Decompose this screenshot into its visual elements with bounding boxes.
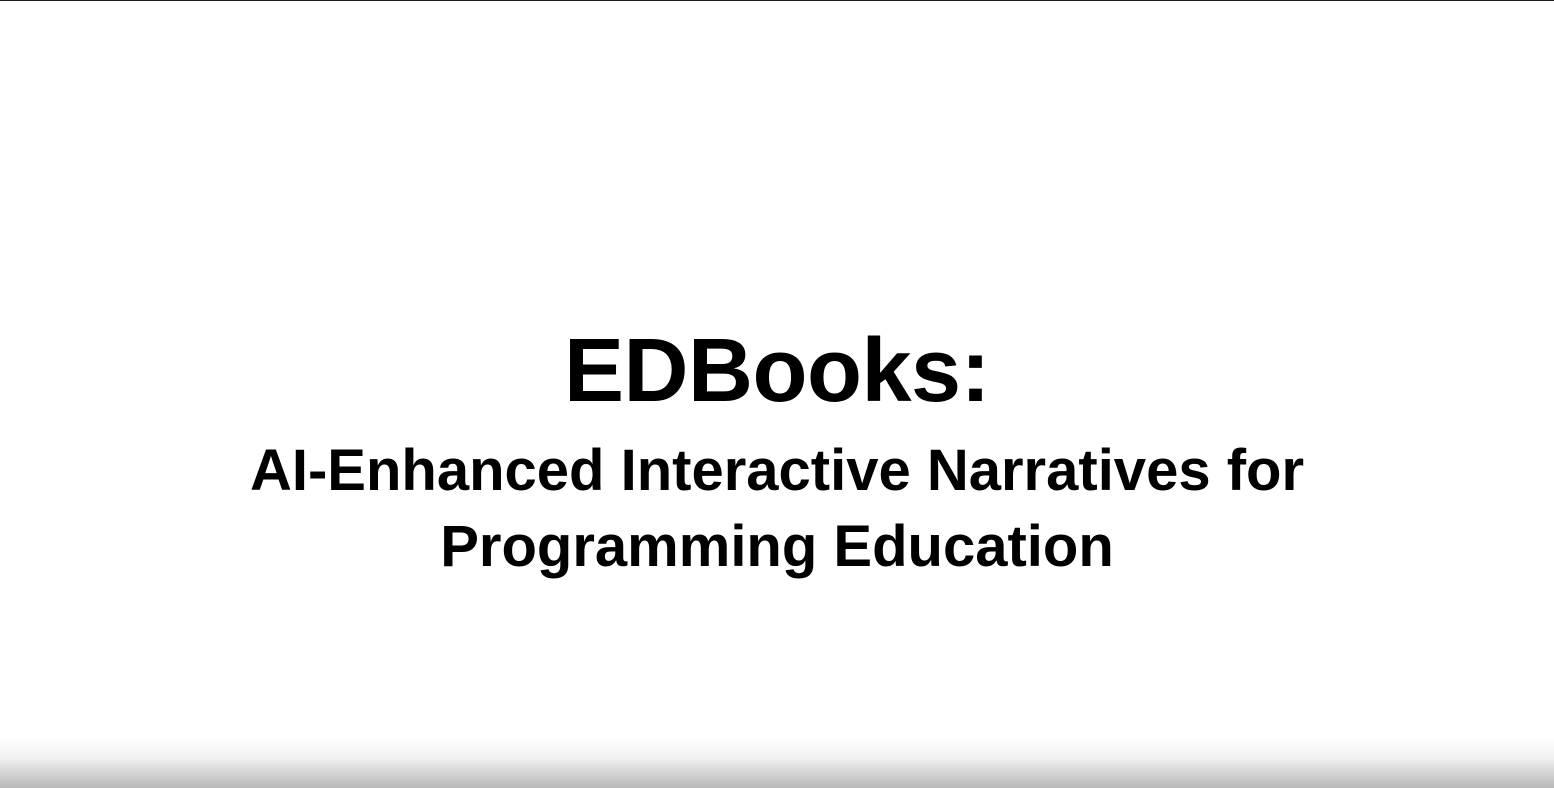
bottom-gradient-overlay (0, 738, 1554, 788)
subtitle-line-1: AI-Enhanced Interactive Narratives for (249, 438, 1305, 503)
slide-title: EDBooks: (563, 321, 991, 421)
subtitle-line-2: Programming Education (440, 514, 1114, 579)
slide-subtitle: AI-Enhanced Interactive Narratives for P… (0, 433, 1554, 585)
top-divider (0, 0, 1554, 1)
slide-viewport: EDBooks: AI-Enhanced Interactive Narrati… (0, 0, 1554, 788)
